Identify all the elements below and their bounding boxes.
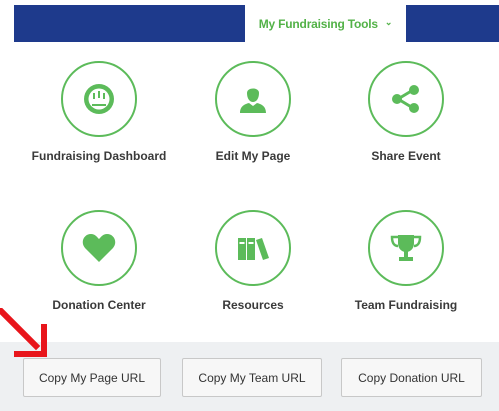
copy-my-team-url-button[interactable]: Copy My Team URL xyxy=(182,358,322,397)
my-fundraising-tools-dropdown[interactable]: My Fundraising Tools ⌄ xyxy=(245,5,406,42)
chevron-down-icon: ⌄ xyxy=(384,17,393,27)
dashboard-icon xyxy=(61,61,137,137)
user-icon xyxy=(215,61,291,137)
tool-label: Edit My Page xyxy=(215,149,291,163)
trophy-icon xyxy=(368,210,444,286)
tool-label: Fundraising Dashboard xyxy=(31,149,167,163)
tool-team-fundraising[interactable]: Team Fundraising xyxy=(331,210,481,312)
tool-share-event[interactable]: Share Event xyxy=(331,61,481,163)
share-icon xyxy=(368,61,444,137)
tool-label: Share Event xyxy=(371,149,441,163)
header-bar-right xyxy=(406,5,499,42)
copy-my-page-url-button[interactable]: Copy My Page URL xyxy=(23,358,161,397)
books-icon xyxy=(215,210,291,286)
copy-donation-url-button[interactable]: Copy Donation URL xyxy=(341,358,482,397)
red-arrow-annotation xyxy=(0,308,47,357)
menu-label: My Fundraising Tools xyxy=(258,16,378,31)
tool-fundraising-dashboard[interactable]: Fundraising Dashboard xyxy=(24,61,174,163)
tool-label: Team Fundraising xyxy=(354,298,458,312)
header-bar-left xyxy=(14,5,245,42)
tool-edit-my-page[interactable]: Edit My Page xyxy=(178,61,328,163)
heart-icon xyxy=(61,210,137,286)
tool-donation-center[interactable]: Donation Center xyxy=(24,210,174,312)
tool-label: Resources xyxy=(222,298,284,312)
tool-resources[interactable]: Resources xyxy=(178,210,328,312)
